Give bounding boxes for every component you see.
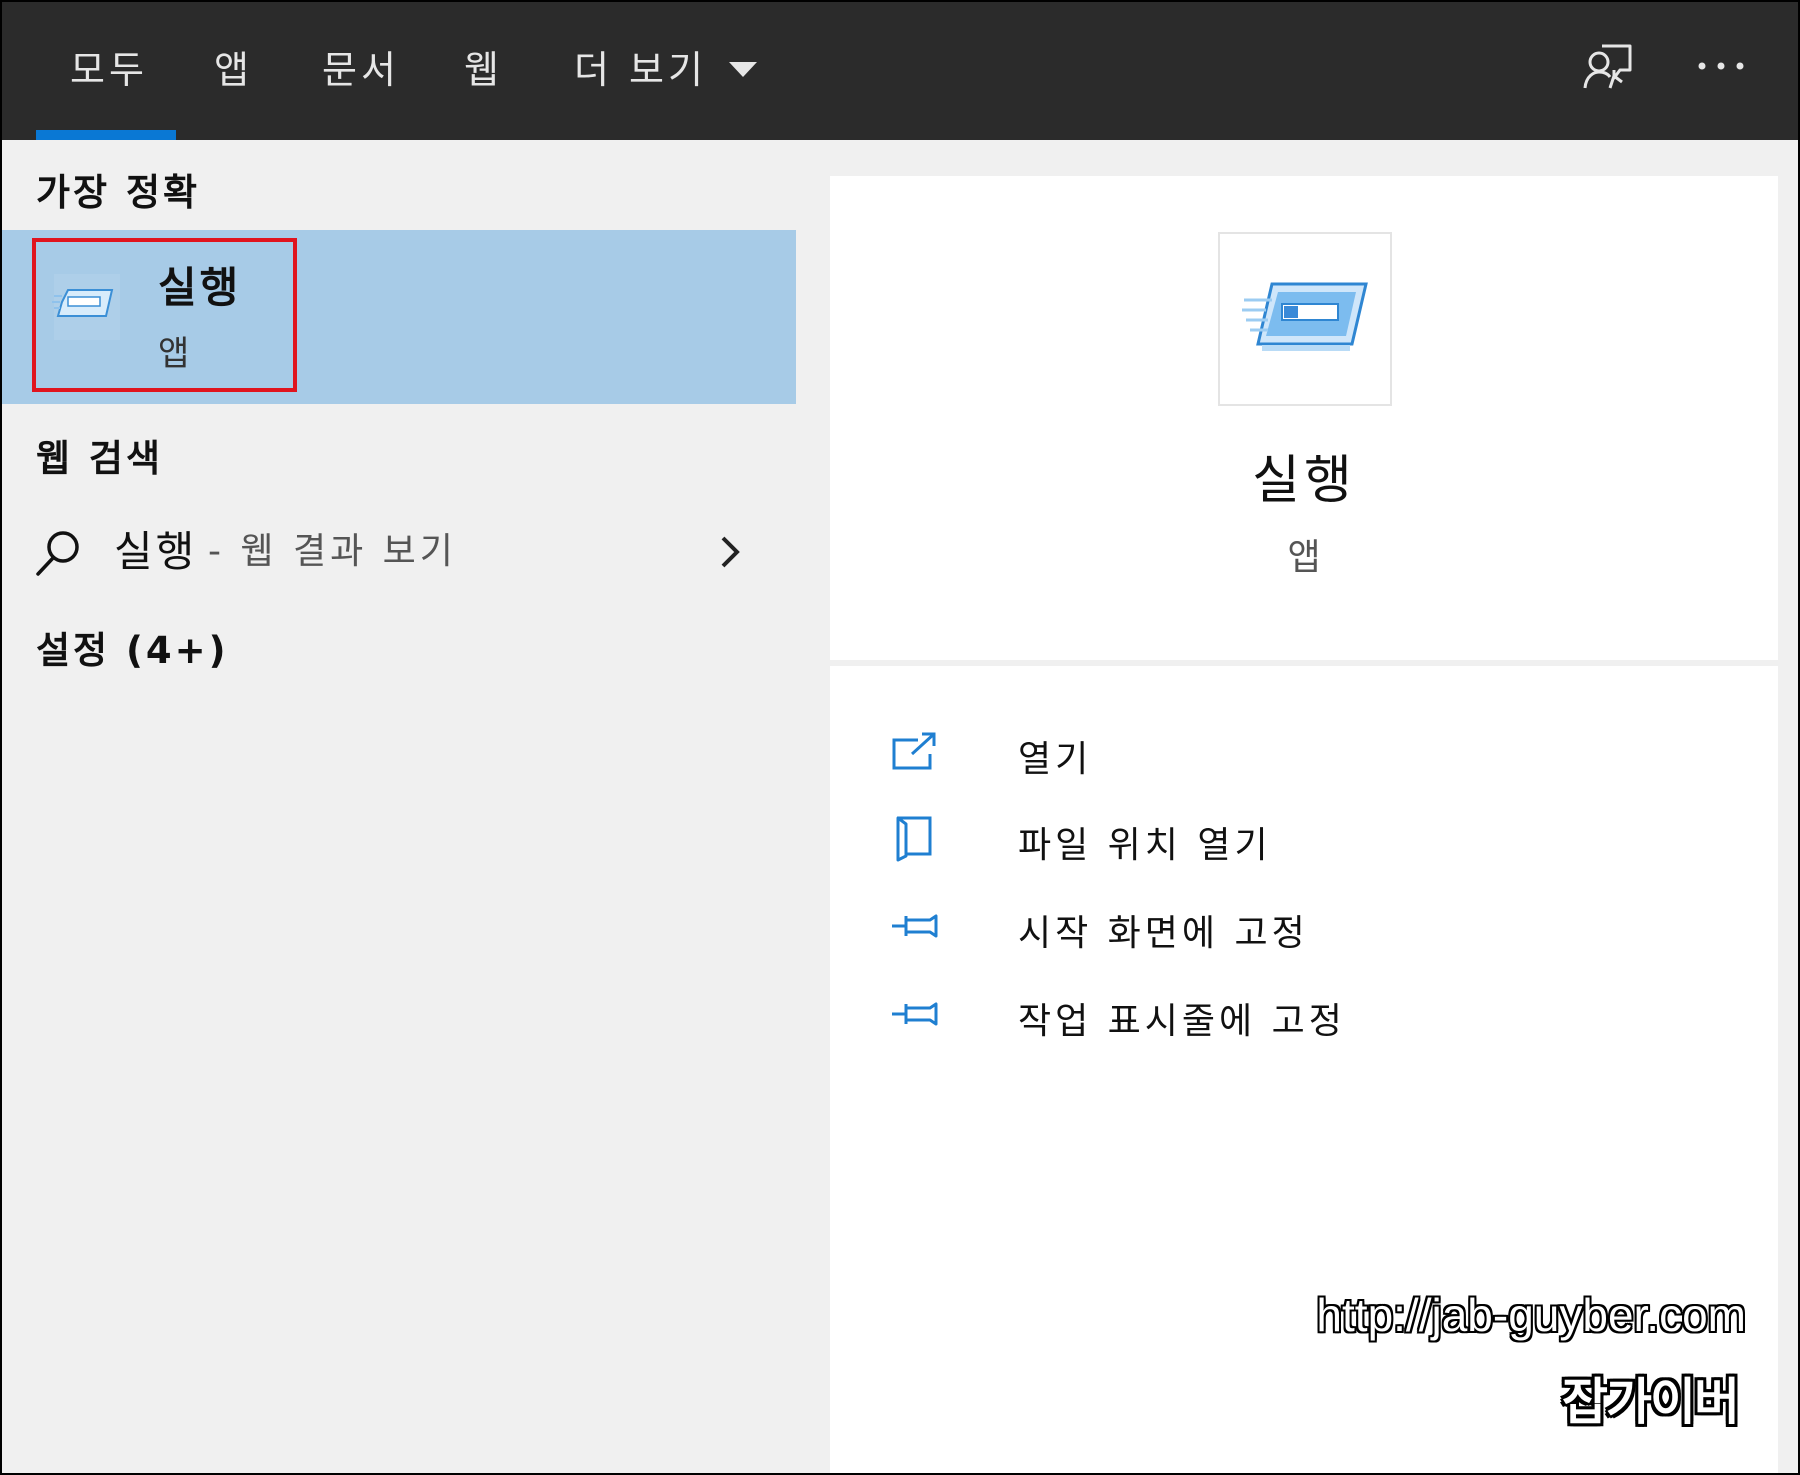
web-search-header: 웹 검색: [36, 437, 164, 480]
web-search-query: 실행: [114, 527, 198, 576]
preview-pane: 실행 앱 열기 파일 위치 열기 시작 화면에 고정 작업 표시줄에 고정: [796, 140, 1798, 1473]
best-match-subtitle: 앱: [158, 334, 190, 374]
settings-header[interactable]: 설정 (4+): [36, 620, 229, 674]
feedback-icon[interactable]: [1582, 42, 1634, 92]
tab-apps[interactable]: 앱: [214, 40, 253, 100]
best-match-title: 실행: [158, 263, 242, 312]
search-window: 모두 앱 문서 웹 더 보기 가장 정확 실행 앱 웹 검색 실행 - 웹 결과…: [0, 0, 1800, 1475]
pin-to-taskbar-label: 작업 표시줄에 고정: [1018, 1001, 1346, 1042]
open-label: 열기: [1018, 739, 1093, 780]
tab-more[interactable]: 더 보기: [574, 40, 757, 100]
more-options-icon[interactable]: [1696, 58, 1746, 74]
best-match-header: 가장 정확: [36, 171, 201, 214]
run-app-icon: [1242, 282, 1368, 351]
best-match-result[interactable]: 실행 앱: [2, 230, 796, 404]
dropdown-arrow-icon: [728, 62, 757, 77]
open-icon: [892, 732, 936, 770]
preview-actions: 열기 파일 위치 열기 시작 화면에 고정 작업 표시줄에 고정: [830, 666, 1778, 1473]
preview-icon-frame: [1218, 232, 1392, 406]
watermark-url: http://jab-guyber.com: [1316, 1289, 1746, 1341]
pin-to-start-label: 시작 화면에 고정: [1018, 913, 1309, 954]
open-file-location-label: 파일 위치 열기: [1018, 825, 1272, 866]
tab-all[interactable]: 모두: [70, 40, 148, 100]
pin-icon: [892, 1002, 938, 1026]
preview-card: 실행 앱: [830, 176, 1778, 660]
results-pane: 가장 정확 실행 앱 웹 검색 실행 - 웹 결과 보기 설정 (4+): [2, 140, 796, 1473]
active-tab-indicator: [36, 130, 176, 140]
chevron-right-icon[interactable]: [718, 534, 742, 570]
pin-icon: [892, 914, 938, 938]
file-location-icon: [896, 816, 932, 862]
pin-to-taskbar-action[interactable]: 작업 표시줄에 고정: [890, 980, 1690, 1050]
pin-to-start-action[interactable]: 시작 화면에 고정: [890, 892, 1690, 962]
watermark-name: 잡가이버: [1562, 1373, 1740, 1431]
tab-documents[interactable]: 문서: [322, 40, 400, 100]
search-filter-bar: 모두 앱 문서 웹 더 보기: [2, 2, 1798, 140]
open-action[interactable]: 열기: [890, 718, 1690, 788]
web-search-suffix: - 웹 결과 보기: [208, 531, 457, 572]
open-file-location-action[interactable]: 파일 위치 열기: [890, 804, 1690, 874]
preview-title: 실행: [1252, 451, 1356, 511]
preview-subtitle: 앱: [1287, 537, 1321, 578]
run-app-icon: [52, 274, 120, 340]
search-icon: [36, 531, 79, 576]
tab-web[interactable]: 웹: [464, 40, 503, 100]
web-search-result[interactable]: 실행 - 웹 결과 보기: [2, 500, 796, 600]
